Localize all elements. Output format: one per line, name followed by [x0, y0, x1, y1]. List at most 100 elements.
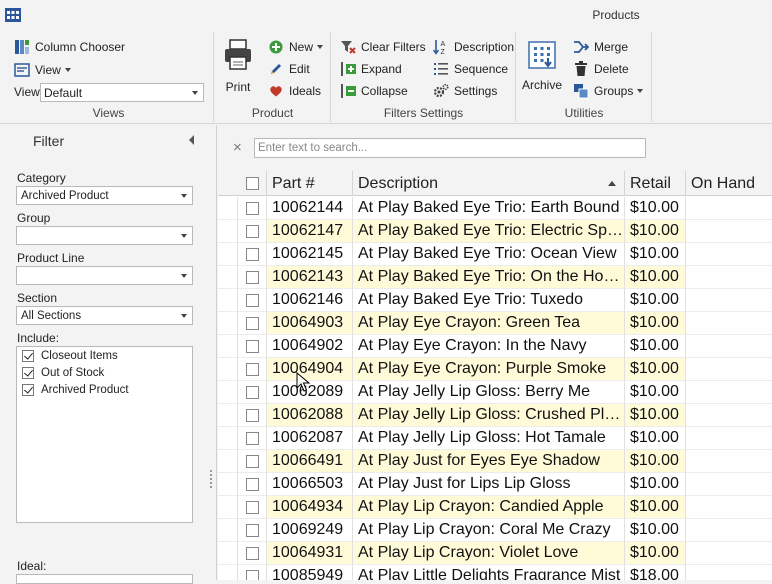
- cell-part[interactable]: 10066491: [267, 450, 353, 473]
- group-select[interactable]: [16, 226, 193, 245]
- cell-description[interactable]: At Play Lip Crayon: Candied Apple: [353, 496, 625, 519]
- table-row[interactable]: 10064931 At Play Lip Crayon: Violet Love $…: [218, 542, 772, 565]
- cell-description[interactable]: At Play Jelly Lip Gloss: Hot Tamale: [353, 427, 625, 450]
- row-checkbox[interactable]: [245, 523, 259, 537]
- table-row[interactable]: 10064903 At Play Eye Crayon: Green Tea $10…: [218, 312, 772, 335]
- include-item-closeout[interactable]: Closeout Items: [22, 350, 118, 362]
- cell-retail[interactable]: $18.00: [625, 565, 686, 580]
- row-checkbox[interactable]: [245, 293, 259, 307]
- cell-part[interactable]: 10066503: [267, 473, 353, 496]
- include-item-archived[interactable]: Archived Product: [22, 384, 129, 396]
- cell-part[interactable]: 10062143: [267, 266, 353, 289]
- cell-onhand[interactable]: [686, 266, 772, 289]
- cell-retail[interactable]: $10.00: [625, 473, 686, 496]
- cell-retail[interactable]: $10.00: [625, 266, 686, 289]
- cell-part[interactable]: 10064934: [267, 496, 353, 519]
- row-checkbox[interactable]: [245, 224, 259, 238]
- cell-retail[interactable]: $10.00: [625, 220, 686, 243]
- search-input[interactable]: [254, 138, 646, 158]
- cell-part[interactable]: 10062088: [267, 404, 353, 427]
- cell-part[interactable]: 10085949: [267, 565, 353, 580]
- cell-description[interactable]: At Play Baked Eye Trio: Ocean View: [353, 243, 625, 266]
- row-checkbox[interactable]: [245, 500, 259, 514]
- row-checkbox[interactable]: [245, 477, 259, 491]
- splitter-grip[interactable]: [208, 470, 214, 490]
- cell-description[interactable]: At Play Lip Crayon: Violet Love: [353, 542, 625, 565]
- cell-retail[interactable]: $10.00: [625, 542, 686, 565]
- row-checkbox[interactable]: [245, 546, 259, 560]
- cell-onhand[interactable]: [686, 427, 772, 450]
- cell-onhand[interactable]: [686, 220, 772, 243]
- merge-button[interactable]: Merge: [573, 37, 628, 57]
- expand-button[interactable]: Expand: [340, 59, 402, 79]
- cell-onhand[interactable]: [686, 404, 772, 427]
- close-icon[interactable]: ×: [233, 139, 242, 156]
- checkbox-checked[interactable]: [22, 367, 34, 379]
- cell-retail[interactable]: $10.00: [625, 381, 686, 404]
- cell-description[interactable]: At Play Baked Eye Trio: Tuxedo: [353, 289, 625, 312]
- cell-part[interactable]: 10064931: [267, 542, 353, 565]
- row-checkbox[interactable]: [245, 270, 259, 284]
- sort-sequence-button[interactable]: Sequence: [433, 59, 508, 79]
- table-row[interactable]: 10066491 At Play Just for Eyes Eye Shadow…: [218, 450, 772, 473]
- cell-onhand[interactable]: [686, 496, 772, 519]
- checkbox-checked[interactable]: [22, 350, 34, 362]
- cell-retail[interactable]: $10.00: [625, 450, 686, 473]
- cell-description[interactable]: At Play Eye Crayon: Green Tea: [353, 312, 625, 335]
- print-button[interactable]: Print: [223, 38, 253, 94]
- ideal-select[interactable]: [16, 574, 193, 584]
- section-select[interactable]: All Sections: [16, 306, 193, 325]
- table-row[interactable]: 10069249 At Play Lip Crayon: Coral Me Cra…: [218, 519, 772, 542]
- cell-retail[interactable]: $10.00: [625, 312, 686, 335]
- column-header-onhand[interactable]: On Hand: [686, 171, 772, 196]
- cell-onhand[interactable]: [686, 335, 772, 358]
- row-checkbox[interactable]: [245, 316, 259, 330]
- column-header-retail[interactable]: Retail: [625, 171, 686, 196]
- table-row[interactable]: 10062143 At Play Baked Eye Trio: On the H…: [218, 266, 772, 289]
- cell-onhand[interactable]: [686, 565, 772, 580]
- cell-retail[interactable]: $10.00: [625, 496, 686, 519]
- row-checkbox[interactable]: [245, 339, 259, 353]
- cell-part[interactable]: 10064902: [267, 335, 353, 358]
- table-row[interactable]: 10062145 At Play Baked Eye Trio: Ocean Vi…: [218, 243, 772, 266]
- cell-retail[interactable]: $10.00: [625, 519, 686, 542]
- edit-button[interactable]: Edit: [268, 59, 310, 79]
- cell-description[interactable]: At Play Eye Crayon: In the Navy: [353, 335, 625, 358]
- row-checkbox[interactable]: [245, 201, 259, 215]
- sort-description-button[interactable]: AZ Description: [433, 37, 514, 57]
- cell-retail[interactable]: $10.00: [625, 358, 686, 381]
- app-icon[interactable]: [5, 8, 21, 22]
- row-checkbox[interactable]: [245, 569, 259, 580]
- column-header-part[interactable]: Part #: [267, 171, 353, 196]
- cell-onhand[interactable]: [686, 243, 772, 266]
- row-checkbox[interactable]: [245, 247, 259, 261]
- table-row[interactable]: 10062146 At Play Baked Eye Trio: Tuxedo $1…: [218, 289, 772, 312]
- table-row[interactable]: 10062147 At Play Baked Eye Trio: Electric…: [218, 220, 772, 243]
- cell-description[interactable]: At Play Eye Crayon: Purple Smoke: [353, 358, 625, 381]
- row-checkbox[interactable]: [245, 431, 259, 445]
- settings-button[interactable]: Settings: [433, 81, 497, 101]
- cell-description[interactable]: At Play Just for Lips Lip Gloss: [353, 473, 625, 496]
- cell-description[interactable]: At Play Little Delights Fragrance Mist: [353, 565, 625, 580]
- cell-retail[interactable]: $10.00: [625, 197, 686, 220]
- table-row[interactable]: 10066503 At Play Just for Lips Lip Gloss $…: [218, 473, 772, 496]
- select-all-checkbox[interactable]: [245, 177, 259, 190]
- collapse-button[interactable]: Collapse: [340, 81, 408, 101]
- cell-part[interactable]: 10062087: [267, 427, 353, 450]
- cell-onhand[interactable]: [686, 197, 772, 220]
- product-line-select[interactable]: [16, 266, 193, 285]
- cell-description[interactable]: At Play Baked Eye Trio: Earth Bound: [353, 197, 625, 220]
- cell-part[interactable]: 10062145: [267, 243, 353, 266]
- cell-description[interactable]: At Play Lip Crayon: Coral Me Crazy: [353, 519, 625, 542]
- row-checkbox[interactable]: [245, 454, 259, 468]
- include-item-out-of-stock[interactable]: Out of Stock: [22, 367, 104, 379]
- cell-part[interactable]: 10062147: [267, 220, 353, 243]
- cell-onhand[interactable]: [686, 542, 772, 565]
- table-row[interactable]: 10085949 At Play Little Delights Fragranc…: [218, 565, 772, 580]
- collapse-panel-icon[interactable]: [189, 135, 194, 145]
- row-checkbox[interactable]: [245, 408, 259, 422]
- delete-button[interactable]: Delete: [573, 59, 629, 79]
- table-row[interactable]: 10062087 At Play Jelly Lip Gloss: Hot Tam…: [218, 427, 772, 450]
- cell-onhand[interactable]: [686, 358, 772, 381]
- cell-part[interactable]: 10062146: [267, 289, 353, 312]
